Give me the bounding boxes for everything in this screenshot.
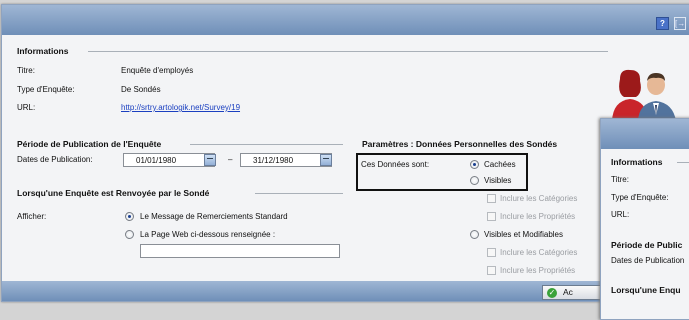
informations-rule: [88, 51, 608, 52]
second-window: Informations Titre: Type d'Enquête: URL:…: [600, 118, 689, 320]
inclure-categories-label: Inclure les Catégories: [500, 194, 578, 203]
start-calendar-icon[interactable]: [204, 154, 216, 166]
exit-icon[interactable]: [→: [674, 17, 686, 30]
window-titlebar: ? [→: [2, 5, 689, 35]
start-date-input[interactable]: 01/01/1980: [123, 153, 215, 167]
inclure-proprietes-checkbox[interactable]: [487, 212, 496, 221]
custom-page-label: La Page Web ci-dessous renseignée :: [140, 230, 276, 239]
standard-message-label: Le Message de Remerciements Standard: [140, 212, 288, 221]
inclure-categories-2-checkbox[interactable]: [487, 248, 496, 257]
inclure-proprietes-2-checkbox[interactable]: [487, 266, 496, 275]
second-lorsque-legend: Lorsqu'une Enqu: [611, 285, 681, 295]
visibles-modifiables-label: Visibles et Modifiables: [484, 230, 564, 239]
inclure-proprietes-label: Inclure les Propriétés: [500, 212, 576, 221]
dates-label: Dates de Publication:: [17, 155, 93, 164]
periode-legend: Période de Publication de l'Enquête: [17, 139, 162, 149]
custom-page-radio[interactable]: [125, 230, 134, 239]
help-icon[interactable]: ?: [656, 17, 669, 30]
second-periode-legend: Période de Public: [611, 240, 683, 250]
accept-button[interactable]: ✓ Ac: [542, 285, 602, 300]
second-window-titlebar: [601, 119, 689, 149]
second-dates-label: Dates de Publication: [611, 256, 685, 265]
periode-rule: [190, 144, 343, 145]
survey-settings-window: ? [→ Informations Titre: Enquête d'emplo…: [1, 4, 689, 302]
afficher-label: Afficher:: [17, 212, 47, 221]
standard-message-radio[interactable]: [125, 212, 134, 221]
highlight-box: [356, 153, 528, 191]
users-avatar-icon: [612, 69, 676, 121]
inclure-proprietes-2-label: Inclure les Propriétés: [500, 266, 576, 275]
url-label: URL:: [17, 103, 36, 112]
visibles-modifiables-radio[interactable]: [470, 230, 479, 239]
end-date-input[interactable]: 31/12/1980: [240, 153, 332, 167]
survey-url-link[interactable]: http://srtry.artologik.net/Survey/19: [121, 103, 240, 112]
second-informations-rule: [677, 162, 689, 163]
renvoyee-legend: Lorsqu'une Enquête est Renvoyée par le S…: [17, 188, 210, 198]
titre-value: Enquête d'employés: [121, 66, 194, 75]
inclure-categories-checkbox[interactable]: [487, 194, 496, 203]
titre-label: Titre:: [17, 66, 35, 75]
informations-legend: Informations: [17, 46, 69, 56]
second-url-label: URL:: [611, 210, 630, 219]
second-titre-label: Titre:: [611, 175, 629, 184]
parametres-legend: Paramètres : Données Personnelles des So…: [362, 139, 558, 149]
check-icon: ✓: [547, 288, 557, 298]
renvoyee-rule: [255, 193, 343, 194]
date-separator: –: [228, 155, 233, 164]
second-informations-legend: Informations: [611, 157, 663, 167]
end-calendar-icon[interactable]: [320, 154, 332, 166]
type-label: Type d'Enquête:: [17, 85, 75, 94]
custom-page-url-input[interactable]: [140, 244, 340, 258]
type-value: De Sondés: [121, 85, 161, 94]
inclure-categories-2-label: Inclure les Catégories: [500, 248, 578, 257]
second-type-label: Type d'Enquête:: [611, 193, 669, 202]
